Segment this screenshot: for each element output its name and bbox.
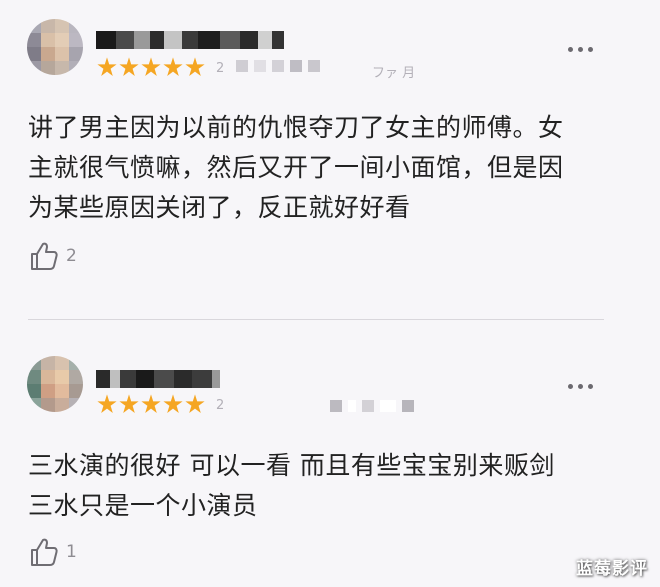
- star-icon: [185, 57, 205, 76]
- content-line: 讲了男主因为以前的仇恨夺刀了女主的师傅。女: [28, 113, 564, 142]
- star-icon: [185, 394, 205, 413]
- like-count: 2: [66, 246, 77, 266]
- username-blurred[interactable]: [96, 31, 284, 49]
- thumbs-up-icon: [31, 242, 58, 270]
- avatar[interactable]: [27, 356, 83, 412]
- divider: [28, 319, 604, 320]
- date-mosaic: [236, 60, 320, 72]
- star-icon: [97, 394, 117, 413]
- star-icon: [119, 394, 139, 413]
- content-line: 为某些原因关闭了，反正就好好看: [28, 193, 411, 222]
- star-icon: [163, 57, 183, 76]
- rating-stars: [97, 394, 205, 414]
- content-line: 三水演的很好 可以一看 而且有些宝宝别来贩剑: [28, 451, 555, 480]
- like-button[interactable]: 1: [28, 536, 77, 568]
- review-date: 2: [216, 398, 225, 413]
- content-line: 主就很气愤嘛，然后又开了一间小面馆，但是因: [28, 153, 564, 182]
- watermark-logo: 蓝莓影评: [576, 559, 648, 579]
- thumbs-up-icon: [31, 538, 58, 566]
- review-card: 2 ファ 月 讲了男主因为以前的仇恨夺刀了女主的师傅。女 主就很气愤嘛，然后又开…: [0, 0, 660, 320]
- star-icon: [163, 394, 183, 413]
- content-line: 三水只是一个小演员: [28, 491, 258, 520]
- star-icon: [119, 57, 139, 76]
- like-count: 1: [66, 542, 77, 562]
- star-icon: [141, 57, 161, 76]
- date-mosaic: [330, 400, 414, 412]
- review-date-tail: ファ 月: [372, 66, 416, 81]
- rating-stars: [97, 57, 205, 77]
- review-date: 2: [216, 61, 225, 76]
- more-icon[interactable]: [568, 381, 598, 391]
- avatar[interactable]: [27, 19, 83, 75]
- review-card: 2 三水演的很好 可以一看 而且有些宝宝别来贩剑 三水只是一个小演员 1: [0, 322, 660, 587]
- star-icon: [141, 394, 161, 413]
- more-icon[interactable]: [568, 44, 598, 54]
- like-button[interactable]: 2: [28, 240, 77, 272]
- star-icon: [97, 57, 117, 76]
- review-content: 三水演的很好 可以一看 而且有些宝宝别来贩剑 三水只是一个小演员: [28, 446, 618, 526]
- review-content: 讲了男主因为以前的仇恨夺刀了女主的师傅。女 主就很气愤嘛，然后又开了一间小面馆，…: [28, 108, 618, 228]
- username-blurred[interactable]: [96, 370, 220, 388]
